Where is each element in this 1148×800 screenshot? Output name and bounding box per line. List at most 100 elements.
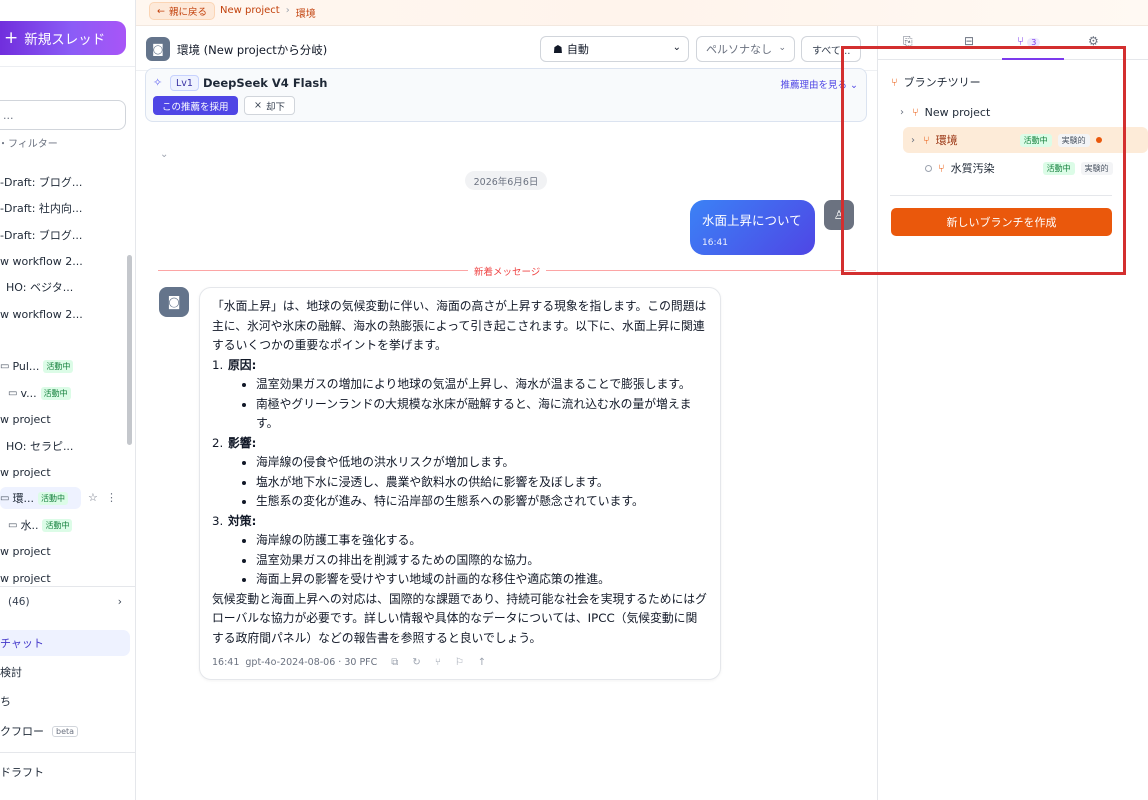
- all-button[interactable]: すべて...: [801, 36, 861, 62]
- section-number: 2.: [212, 435, 224, 450]
- flag-icon[interactable]: ⚐: [455, 653, 464, 673]
- section-number: 1.: [212, 357, 224, 372]
- adopt-recommendation-button[interactable]: この推薦を採用: [153, 96, 238, 115]
- back-label: 親に戻る: [168, 7, 207, 18]
- all-label: すべて...: [812, 45, 851, 57]
- breadcrumb-item[interactable]: New project: [220, 5, 280, 20]
- nav-workflow[interactable]: クフロー beta: [0, 718, 130, 744]
- bullet: 生態系の変化が進み、特に沿岸部の生態系への影響が懸念されています。: [256, 492, 708, 512]
- robot-icon: ☗: [553, 42, 563, 56]
- thread-item[interactable]: -Draft: 社内向...: [0, 197, 126, 219]
- tab-book[interactable]: ⊟: [964, 34, 974, 48]
- current-dot: [1095, 137, 1102, 143]
- nav-label: チャット: [0, 637, 44, 650]
- status-badge: 活動中: [1019, 133, 1052, 147]
- bullet: 温室効果ガスの排出を削減するための国際的な協力。: [256, 551, 708, 571]
- back-to-parent-button[interactable]: ← 親に戻る: [149, 2, 215, 20]
- chat-bubble-icon: ▭: [8, 387, 18, 399]
- thread-label: w project: [0, 412, 51, 426]
- thread-item-active[interactable]: ▭ 環... 活動中: [0, 487, 81, 509]
- thread-label: Pul...: [12, 359, 40, 373]
- create-branch-button[interactable]: 新しいブランチを作成: [891, 208, 1112, 236]
- nav-draft[interactable]: ドラフト: [0, 759, 130, 785]
- regenerate-icon[interactable]: ↻: [412, 653, 420, 673]
- tree-node-current[interactable]: › ⑂ 環境 活動中 実験的: [903, 127, 1148, 153]
- status-badge: 活動中: [1042, 161, 1075, 175]
- new-thread-button[interactable]: + 新規スレッド: [0, 21, 126, 55]
- nav-review[interactable]: 検討: [0, 659, 130, 685]
- more-icon[interactable]: ⋮: [106, 491, 117, 504]
- branch-icon: ⑂: [1017, 34, 1025, 48]
- branch-icon: ⑂: [938, 161, 945, 175]
- thread-item[interactable]: ▭ v... 活動中: [0, 382, 126, 404]
- breadcrumb-item[interactable]: 環境: [296, 5, 316, 20]
- date-divider: 2026年6月6日: [465, 171, 547, 190]
- bullet: 海岸線の防護工事を強化する。: [256, 531, 708, 551]
- branch-tree-heading: ⑂ ブランチツリー: [891, 74, 981, 90]
- thread-item[interactable]: -Draft: ブログ...: [0, 224, 126, 246]
- chat-bubble-icon: ▭: [0, 492, 10, 504]
- nav-label: クフロー: [0, 725, 44, 738]
- thread-item[interactable]: ▭ 水.. 活動中: [0, 514, 126, 536]
- thread-item[interactable]: HO: セラピ...: [0, 435, 126, 457]
- thread-item[interactable]: ▭ Pul... 活動中: [0, 355, 126, 377]
- thread-item[interactable]: w workflow 2...: [0, 303, 126, 325]
- status-badge: 活動中: [37, 491, 68, 505]
- node-label: 水質汚染: [950, 162, 995, 175]
- thread-item[interactable]: w project: [0, 461, 126, 483]
- bullet: 海面上昇の影響を受けやすい地域の計画的な移住や適応策の推進。: [256, 570, 708, 590]
- message-time: 16:41: [212, 657, 240, 668]
- user-message: 水面上昇について 16:41: [690, 200, 815, 255]
- star-icon[interactable]: ☆: [88, 491, 98, 504]
- user-avatar: ♙: [824, 200, 854, 230]
- new-thread-label: 新規スレッド: [24, 32, 106, 48]
- model-select[interactable]: ☗ 自動 ⌄: [540, 36, 689, 62]
- app-root: + 新規スレッド ... ・フィルター -Draft: ブログ... -Draf…: [0, 0, 1148, 800]
- thread-item[interactable]: w project: [0, 408, 126, 430]
- nav-other[interactable]: ち: [0, 688, 130, 714]
- chevron-right-icon: ›: [911, 134, 915, 146]
- filter-toggle[interactable]: ・フィルター: [0, 135, 58, 150]
- tab-files[interactable]: ⎘: [903, 34, 913, 49]
- branch-icon[interactable]: ⑂: [435, 653, 441, 673]
- persona-select[interactable]: ペルソナなし ⌄: [696, 36, 795, 62]
- chevron-down-icon[interactable]: ⌄: [160, 149, 168, 160]
- breadcrumb: New project › 環境: [220, 5, 316, 20]
- assistant-avatar: ◙: [159, 287, 189, 317]
- thread-search-input[interactable]: ...: [0, 100, 126, 130]
- show-reason-link[interactable]: 推薦理由を見る ⌄: [781, 77, 859, 91]
- search-placeholder: ...: [3, 108, 14, 122]
- thread-item[interactable]: w workflow 2...: [0, 250, 126, 272]
- arrow-left-icon: ←: [157, 5, 165, 17]
- thread-item[interactable]: HO: ベジタ...: [0, 276, 126, 298]
- chat-bubble-icon: ▭: [0, 360, 10, 372]
- chat-bubble-icon: ▭: [8, 519, 18, 531]
- reject-button[interactable]: × 却下: [244, 96, 295, 115]
- thread-label: 水..: [20, 519, 39, 532]
- thread-count-row[interactable]: (46) ›: [0, 596, 122, 608]
- copy-icon[interactable]: ⧉: [391, 653, 398, 673]
- thread-item[interactable]: w project: [0, 540, 126, 562]
- branch-count: 3: [1027, 38, 1041, 47]
- thread-label: HO: ベジタ...: [6, 281, 74, 294]
- chevron-down-icon: ⌄: [778, 43, 786, 53]
- sidebar-scrollbar[interactable]: [127, 255, 132, 445]
- nav-chat[interactable]: チャット: [0, 630, 130, 656]
- tree-title: ブランチツリー: [903, 76, 981, 89]
- tab-settings[interactable]: ⚙: [1088, 34, 1099, 48]
- tab-branches[interactable]: ⑂ 3: [1017, 34, 1041, 48]
- bullet: 塩水が地下水に浸透し、農業や飲料水の供給に影響を及ぼします。: [256, 473, 708, 493]
- bullet: 海岸線の侵食や低地の洪水リスクが増加します。: [256, 453, 708, 473]
- why-label: 推薦理由を見る: [780, 80, 848, 91]
- thread-label: w project: [0, 571, 51, 585]
- chevron-right-icon: ›: [117, 596, 122, 608]
- new-messages-label: 新着メッセージ: [468, 264, 547, 278]
- branch-icon: ⑂: [891, 75, 898, 89]
- branch-icon: ⑂: [912, 105, 919, 119]
- tree-node-child[interactable]: ⑂ 水質汚染 活動中 実験的: [925, 155, 1148, 181]
- arrow-up-icon[interactable]: ↑: [478, 653, 486, 673]
- node-circle-icon: [925, 164, 932, 172]
- tree-node-root[interactable]: › ⑂ New project: [900, 99, 1140, 125]
- thread-item[interactable]: -Draft: ブログ...: [0, 171, 126, 193]
- divider: [0, 586, 135, 587]
